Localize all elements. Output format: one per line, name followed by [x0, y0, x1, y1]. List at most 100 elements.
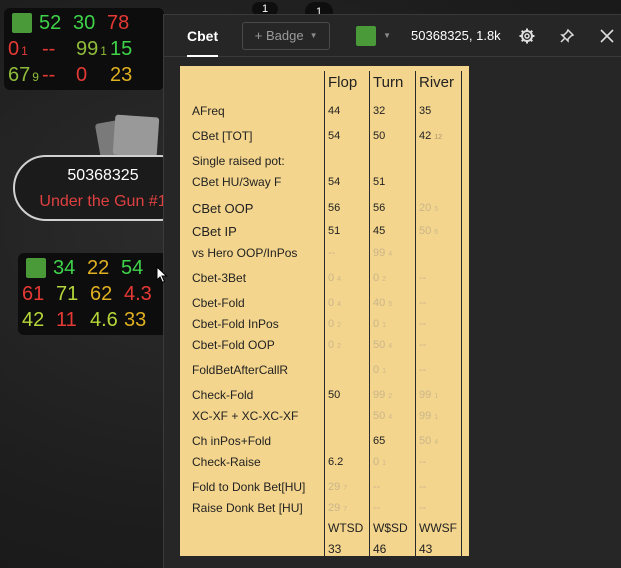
stat-value-number: 50 [419, 225, 432, 237]
color-selector[interactable]: ▼ [356, 25, 392, 46]
hud-stat-sample: 1 [100, 43, 107, 58]
stat-value[interactable]: 04 [328, 272, 341, 284]
stat-value[interactable]: 99 2 [373, 389, 392, 401]
stat-value-number: 0 [328, 297, 335, 309]
gear-icon[interactable] [517, 26, 537, 46]
stat-value[interactable]: 02 [373, 272, 386, 284]
stat-value[interactable]: 42 12 [419, 130, 442, 142]
stat-value[interactable]: -- [419, 456, 426, 468]
stat-value[interactable]: 56 [328, 202, 340, 214]
stat-value-number: 45 [373, 225, 386, 237]
stat-value[interactable]: 01 [373, 318, 386, 330]
stat-value[interactable]: 99 4 [373, 247, 392, 259]
stat-label: Cbet-Fold [192, 296, 245, 310]
stat-value[interactable]: 02 [328, 318, 341, 330]
stat-value[interactable]: 29 7 [328, 481, 347, 493]
stat-value[interactable]: 32 [373, 105, 385, 117]
stat-value[interactable]: -- [419, 272, 426, 284]
hud-stats-box-top[interactable]: 52 30 78 0 1 -- 99 1 15 67 9 -- 0 23 [4, 8, 164, 90]
stat-value-number: 0 [373, 272, 380, 284]
stat-value[interactable]: -- [419, 339, 426, 351]
stat-value[interactable]: 20 5 [419, 202, 438, 214]
stat-value[interactable]: 29 7 [328, 502, 347, 514]
close-icon[interactable] [597, 26, 617, 46]
stat-value-number: 65 [373, 435, 386, 447]
stat-value-number: -- [328, 247, 336, 259]
stat-value[interactable]: 51 [373, 176, 385, 188]
stat-value[interactable]: 04 [328, 297, 341, 309]
hud-popup-window[interactable]: Cbet + Badge ▼ ▼ 50368325, 1.8k Flop Tur… [163, 14, 621, 568]
stat-value[interactable]: 35 [419, 105, 431, 117]
stat-value[interactable]: 45 [373, 225, 385, 237]
stat-value[interactable]: 50 [328, 389, 340, 401]
column-header-flop: Flop [328, 74, 358, 91]
tab-cbet[interactable]: Cbet [187, 15, 219, 57]
stat-value[interactable]: -- [373, 502, 380, 514]
stat-value[interactable]: -- [419, 297, 426, 309]
hud-row: 67 9 -- 0 23 [8, 62, 160, 88]
stat-value[interactable]: 99 1 [419, 389, 438, 401]
hud-stat-number: 11 [56, 308, 77, 331]
stat-label: CBet HU/3way F [192, 175, 282, 189]
stat-sample-size: 1 [382, 322, 387, 329]
stat-value[interactable]: -- [328, 247, 335, 259]
stat-value[interactable]: -- [419, 502, 426, 514]
stat-value[interactable]: 50 6 [419, 225, 438, 237]
stat-value[interactable]: 02 [328, 339, 341, 351]
hud-stat-number: 0 [8, 37, 20, 60]
hud-stat-number: 62 [90, 282, 113, 305]
stat-value[interactable]: 6.2 [328, 456, 343, 468]
stat-value[interactable]: 65 [373, 435, 385, 447]
stat-value-number: 56 [328, 202, 341, 214]
stat-value-number: 32 [373, 105, 386, 117]
stat-sample-size: 12 [434, 134, 443, 141]
stat-value-number: -- [419, 272, 427, 284]
add-badge-dropdown[interactable]: + Badge ▼ [242, 21, 331, 50]
stat-value[interactable]: -- [419, 481, 426, 493]
stat-value-number: -- [419, 364, 427, 376]
hud-stat-value: 4.3 [124, 283, 158, 306]
caret-down-icon: ▼ [383, 31, 392, 40]
stat-value-number: 0 [373, 364, 380, 376]
stat-value-number: 50 [328, 389, 341, 401]
hud-stat-number: 52 [39, 11, 62, 34]
hud-stat-value: 71 [56, 283, 90, 306]
stat-value-number: 50 [373, 339, 386, 351]
hud-stat-value: 54 [121, 257, 155, 280]
hud-stat-number: 33 [124, 308, 147, 331]
stat-value-number: 99 [419, 389, 432, 401]
stat-value[interactable]: 54 [328, 176, 340, 188]
hud-stat-number: 30 [73, 11, 96, 34]
hud-stat-number: -- [42, 63, 56, 86]
stat-value[interactable]: 50 4 [373, 410, 392, 422]
stat-value[interactable]: 54 [328, 130, 340, 142]
stat-value-number: 50 [373, 130, 386, 142]
stat-value[interactable]: 50 4 [373, 339, 392, 351]
stat-value[interactable]: 51 [328, 225, 340, 237]
stat-value[interactable]: -- [373, 481, 380, 493]
stat-value[interactable]: 01 [373, 456, 386, 468]
stat-sample-size: 5 [434, 206, 439, 213]
stat-label: Fold to Donk Bet[HU] [192, 480, 306, 494]
hud-stat-value: 15 [110, 38, 144, 61]
stat-value[interactable]: 44 [328, 105, 340, 117]
stat-value[interactable]: 01 [373, 364, 386, 376]
column-divider [324, 71, 325, 556]
hud-stat-number: 22 [87, 256, 110, 279]
stat-value[interactable]: 99 1 [419, 410, 438, 422]
stat-value[interactable]: -- [419, 364, 426, 376]
stat-value-number: 42 [419, 130, 432, 142]
player-color-marker [26, 258, 46, 278]
stat-value[interactable]: 40 5 [373, 297, 392, 309]
stat-value[interactable]: 50 4 [419, 435, 438, 447]
stat-value[interactable]: -- [419, 318, 426, 330]
stat-value-number: 0 [328, 272, 335, 284]
pin-icon[interactable] [557, 26, 577, 46]
stat-value[interactable]: 56 [373, 202, 385, 214]
stat-value[interactable]: 50 [373, 130, 385, 142]
stat-label: CBet IP [192, 224, 237, 239]
stat-label: CBet [TOT] [192, 129, 253, 143]
hud-stats-box-player[interactable]: 34 22 54 61 71 62 4.3 42 11 4.6 33 [18, 253, 168, 335]
hud-stat-number: 71 [56, 282, 79, 305]
hud-stat-sample: 9 [32, 69, 39, 84]
